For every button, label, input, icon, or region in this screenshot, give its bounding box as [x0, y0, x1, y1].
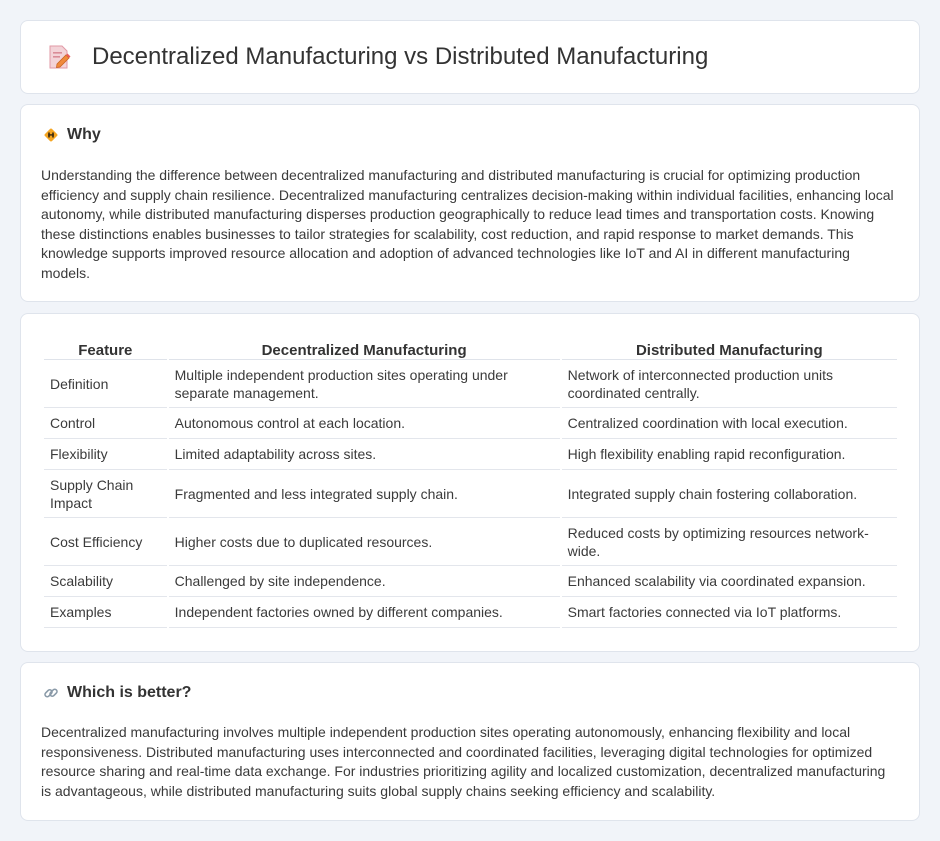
feature-cell: Cost Efficiency [44, 518, 167, 566]
diamond-sign-icon [43, 127, 59, 143]
comparison-section: Feature Decentralized Manufacturing Dist… [20, 313, 920, 652]
table-row: Supply Chain Impact Fragmented and less … [44, 470, 897, 518]
table-row: Examples Independent factories owned by … [44, 597, 897, 628]
header-decentralized: Decentralized Manufacturing [168, 336, 560, 360]
table-row: Definition Multiple independent producti… [44, 360, 897, 408]
table-row: Cost Efficiency Higher costs due to dupl… [44, 518, 897, 566]
why-heading: Why [67, 126, 101, 143]
decentralized-cell: Higher costs due to duplicated resources… [168, 518, 560, 566]
decentralized-cell: Fragmented and less integrated supply ch… [168, 470, 560, 518]
decentralized-cell: Independent factories owned by different… [168, 597, 560, 628]
table-row: Control Autonomous control at each locat… [44, 408, 897, 439]
better-heading-row: Which is better? [43, 684, 191, 702]
link-icon [43, 685, 59, 701]
table-row: Scalability Challenged by site independe… [44, 566, 897, 597]
distributed-cell: Centralized coordination with local exec… [561, 408, 897, 439]
distributed-cell: Enhanced scalability via coordinated exp… [561, 566, 897, 597]
distributed-cell: High flexibility enabling rapid reconfig… [561, 439, 897, 470]
pencil-document-icon [47, 44, 71, 70]
better-heading: Which is better? [67, 684, 192, 701]
why-heading-row: Why [43, 126, 101, 144]
table-header-row: Feature Decentralized Manufacturing Dist… [44, 336, 897, 360]
header-distributed: Distributed Manufacturing [561, 336, 897, 360]
better-paragraph: Decentralized manufacturing involves mul… [41, 724, 886, 799]
distributed-cell: Reduced costs by optimizing resources ne… [561, 518, 897, 566]
feature-cell: Control [44, 408, 167, 439]
decentralized-cell: Challenged by site independence. [168, 566, 560, 597]
header-feature: Feature [44, 336, 167, 360]
title-row: Decentralized Manufacturing vs Distribut… [47, 43, 708, 71]
feature-cell: Flexibility [44, 439, 167, 470]
feature-cell: Examples [44, 597, 167, 628]
decentralized-cell: Autonomous control at each location. [168, 408, 560, 439]
feature-cell: Definition [44, 360, 167, 408]
decentralized-cell: Limited adaptability across sites. [168, 439, 560, 470]
page-title: Decentralized Manufacturing vs Distribut… [92, 43, 709, 70]
feature-cell: Scalability [44, 566, 167, 597]
why-section: Why Understanding the difference between… [20, 104, 920, 302]
decentralized-cell: Multiple independent production sites op… [168, 360, 560, 408]
which-better-section: Which is better? Decentralized manufactu… [20, 662, 920, 821]
why-paragraph: Understanding the difference between dec… [41, 167, 894, 281]
distributed-cell: Smart factories connected via IoT platfo… [561, 597, 897, 628]
feature-cell: Supply Chain Impact [44, 470, 167, 518]
distributed-cell: Integrated supply chain fostering collab… [561, 470, 897, 518]
table-row: Flexibility Limited adaptability across … [44, 439, 897, 470]
title-card: Decentralized Manufacturing vs Distribut… [20, 20, 920, 94]
distributed-cell: Network of interconnected production uni… [561, 360, 897, 408]
comparison-table: Feature Decentralized Manufacturing Dist… [42, 336, 899, 628]
